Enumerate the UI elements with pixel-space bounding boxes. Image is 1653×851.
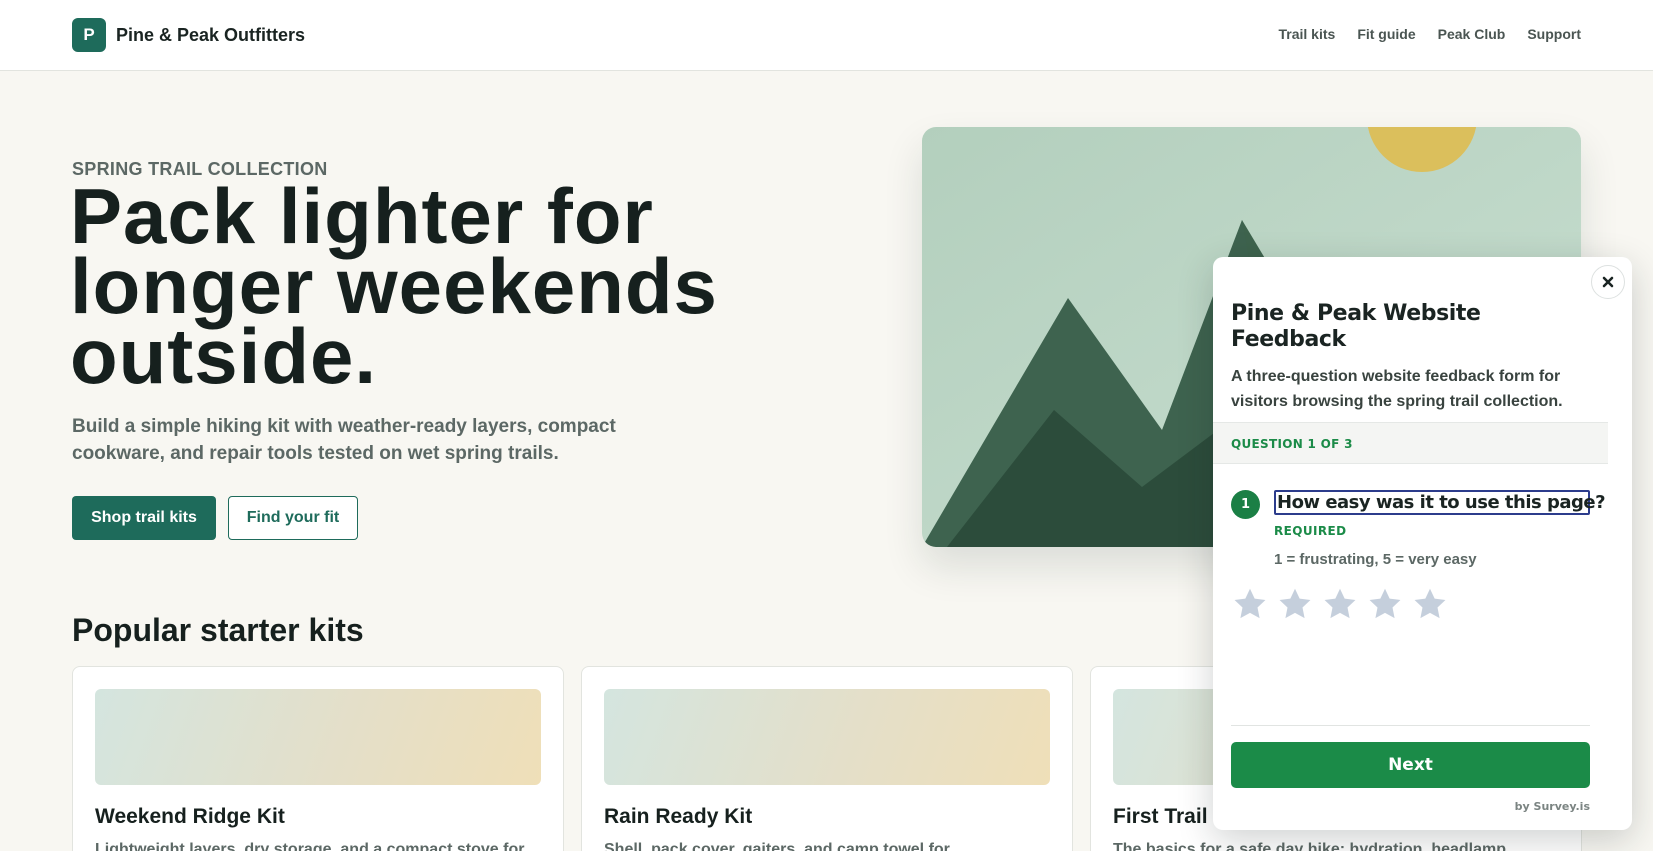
kit-description: Lightweight layers, dry storage, and a c… — [95, 841, 525, 851]
survey-title: Pine & Peak Website Feedback — [1231, 301, 1481, 352]
feedback-survey-panel: Pine & Peak Website Feedback A three-que… — [1213, 257, 1632, 830]
brand[interactable]: P Pine & Peak Outfitters — [72, 18, 305, 52]
site-header: P Pine & Peak Outfitters Trail kits Fit … — [0, 0, 1653, 71]
question-number-badge: 1 — [1231, 490, 1260, 519]
rating-hint: 1 = frustrating, 5 = very easy — [1274, 551, 1477, 568]
star-icon — [1234, 588, 1265, 618]
close-button[interactable] — [1591, 265, 1625, 299]
star-icon — [1324, 588, 1355, 618]
star-rating-4[interactable] — [1366, 585, 1403, 622]
required-label: REQUIRED — [1274, 524, 1347, 538]
kit-title: Weekend Ridge Kit — [95, 805, 285, 828]
kit-card-weekend-ridge[interactable]: Weekend Ridge Kit Lightweight layers, dr… — [72, 666, 564, 851]
kit-description: The basics for a safe day hike: hydratio… — [1113, 841, 1511, 851]
star-icon — [1414, 588, 1445, 618]
find-your-fit-button[interactable]: Find your fit — [228, 496, 358, 540]
main-nav: Trail kits Fit guide Peak Club Support — [1279, 26, 1582, 42]
powered-by: by Survey.is — [1514, 800, 1590, 813]
nav-link-fit-guide[interactable]: Fit guide — [1357, 26, 1415, 42]
shop-trail-kits-button[interactable]: Shop trail kits — [72, 496, 216, 540]
kit-image — [604, 689, 1050, 785]
star-rating-3[interactable] — [1321, 585, 1358, 622]
hero-subtitle: Build a simple hiking kit with weather-r… — [72, 416, 616, 464]
next-button[interactable]: Next — [1231, 742, 1590, 788]
star-icon — [1279, 588, 1310, 618]
survey-description: A three-question website feedback form f… — [1231, 368, 1563, 410]
question-progress-bar: QUESTION 1 OF 3 — [1213, 422, 1608, 464]
hero-title: Pack lighter for longer weekends outside… — [70, 172, 718, 400]
star-rating-5[interactable] — [1411, 585, 1448, 622]
kit-description: Shell, pack cover, gaiters, and camp tow… — [604, 841, 950, 851]
question-progress: QUESTION 1 OF 3 — [1231, 437, 1353, 451]
star-rating-2[interactable] — [1276, 585, 1313, 622]
close-icon — [1602, 276, 1614, 288]
nav-link-trail-kits[interactable]: Trail kits — [1279, 26, 1336, 42]
star-icon — [1369, 588, 1400, 618]
nav-link-support[interactable]: Support — [1527, 26, 1581, 42]
kit-image — [95, 689, 541, 785]
brand-name: Pine & Peak Outfitters — [116, 24, 306, 45]
star-rating — [1231, 585, 1448, 622]
kits-heading: Popular starter kits — [72, 612, 364, 648]
star-rating-1[interactable] — [1231, 585, 1268, 622]
nav-link-peak-club[interactable]: Peak Club — [1438, 26, 1506, 42]
brand-logo: P — [72, 18, 106, 52]
divider — [1231, 725, 1590, 726]
kit-title: Rain Ready Kit — [604, 805, 753, 828]
kit-card-rain-ready[interactable]: Rain Ready Kit Shell, pack cover, gaiter… — [581, 666, 1073, 851]
question-text: How easy was it to use this page? — [1274, 490, 1606, 515]
